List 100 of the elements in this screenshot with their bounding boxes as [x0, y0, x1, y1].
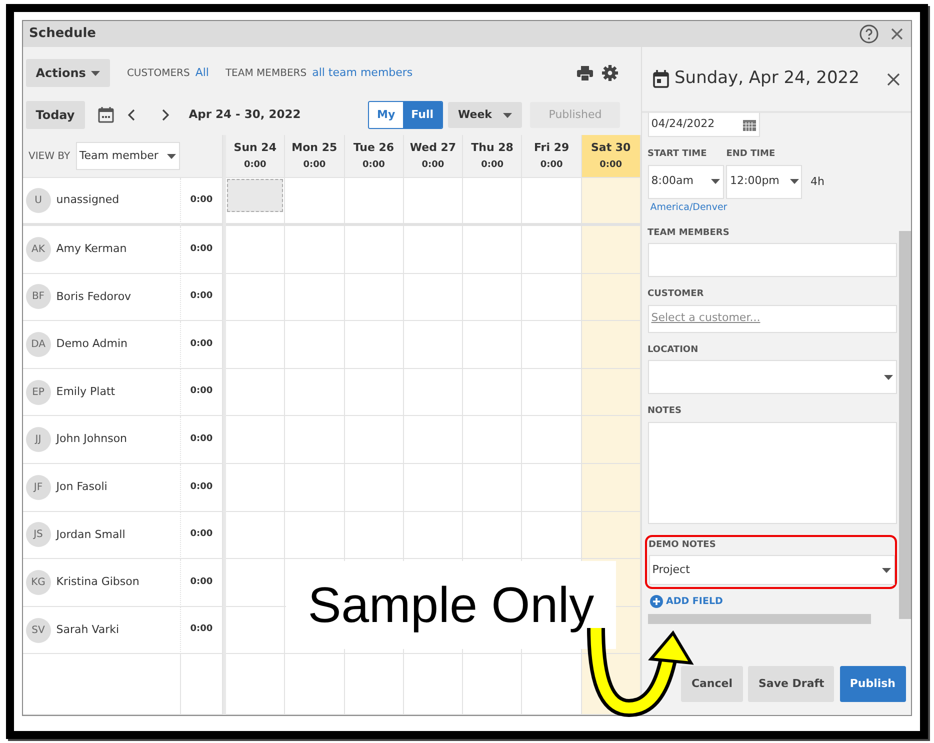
schedule-cell[interactable] [582, 464, 641, 512]
schedule-cell[interactable] [404, 368, 464, 416]
schedule-cell[interactable] [582, 226, 641, 274]
filter-link[interactable]: All [195, 64, 209, 82]
schedule-cell[interactable] [285, 654, 345, 715]
field-label: CUSTOMER [648, 288, 705, 301]
schedule-cell[interactable] [344, 321, 404, 369]
schedule-cell[interactable] [285, 178, 345, 226]
schedule-cell[interactable] [463, 654, 522, 715]
date-field[interactable]: 04/24/2022 [648, 113, 760, 137]
publish-button[interactable]: Publish [840, 666, 906, 702]
schedule-cell[interactable] [404, 654, 464, 715]
schedule-cell[interactable] [463, 226, 522, 274]
schedule-cell[interactable] [226, 321, 286, 369]
date-range: Apr 24 - 30, 2022 [188, 106, 301, 124]
schedule-cell[interactable] [285, 368, 345, 416]
scrollbar[interactable] [899, 231, 911, 619]
notes-field[interactable] [648, 422, 897, 524]
team-members-field[interactable] [648, 243, 897, 277]
schedule-cell[interactable] [344, 464, 404, 512]
timezone-link[interactable]: America/Denver [650, 201, 897, 216]
schedule-cell[interactable] [344, 178, 404, 226]
schedule-cell[interactable] [226, 464, 286, 512]
day-header: Fri 29 [534, 140, 570, 156]
schedule-cell[interactable] [285, 321, 345, 369]
select-field[interactable]: Project [648, 555, 895, 585]
view-toggle-button[interactable]: My [369, 102, 404, 128]
schedule-cell[interactable] [404, 178, 464, 226]
print-icon[interactable] [576, 66, 593, 80]
next-icon[interactable] [161, 109, 170, 121]
schedule-cell[interactable] [582, 416, 641, 464]
schedule-cell[interactable] [226, 274, 286, 322]
schedule-cell[interactable] [463, 321, 522, 369]
schedule-cell[interactable] [285, 512, 345, 560]
customer-field[interactable]: Select a customer... [648, 304, 897, 332]
day-total: 0:00 [540, 159, 563, 172]
schedule-cell[interactable] [404, 226, 464, 274]
schedule-cell[interactable] [285, 464, 345, 512]
save-draft-button[interactable]: Save Draft [748, 666, 834, 702]
view-toggle-button[interactable]: Full [403, 102, 442, 128]
schedule-cell[interactable] [344, 368, 404, 416]
schedule-cell[interactable] [404, 274, 464, 322]
schedule-cell[interactable] [582, 368, 641, 416]
schedule-cell[interactable] [344, 654, 404, 715]
today-button[interactable]: Today [26, 101, 85, 129]
schedule-cell[interactable] [285, 226, 345, 274]
schedule-cell[interactable] [344, 274, 404, 322]
scrollbar[interactable] [648, 614, 871, 624]
close-icon[interactable] [887, 72, 900, 86]
schedule-cell[interactable] [404, 321, 464, 369]
schedule-cell[interactable] [285, 274, 345, 322]
duration-text: 4h [810, 174, 824, 190]
schedule-cell[interactable] [226, 178, 286, 226]
schedule-cell[interactable] [285, 416, 345, 464]
selected-slot[interactable] [227, 179, 284, 212]
schedule-cell[interactable] [463, 512, 522, 560]
schedule-cell[interactable] [582, 321, 641, 369]
schedule-cell[interactable] [226, 559, 286, 607]
schedule-cell[interactable] [582, 274, 641, 322]
schedule-cell[interactable] [404, 464, 464, 512]
avatar: AK [26, 236, 51, 262]
day-total: 0:00 [244, 159, 266, 172]
week-dropdown[interactable]: Week [448, 102, 522, 128]
member-name: unassigned [56, 192, 120, 208]
time-select[interactable]: 12:00pm [726, 164, 802, 198]
avatar: JJ [26, 427, 51, 452]
schedule-cell[interactable] [582, 178, 641, 226]
schedule-cell[interactable] [226, 416, 286, 464]
select-field[interactable] [648, 360, 897, 394]
schedule-cell[interactable] [404, 512, 464, 560]
schedule-cell[interactable] [463, 178, 522, 226]
customer-link[interactable]: Select a customer... [651, 310, 760, 327]
close-icon[interactable] [891, 28, 903, 40]
schedule-cell[interactable] [463, 368, 522, 416]
schedule-cell[interactable] [463, 416, 522, 464]
filter-link[interactable]: all team members [312, 64, 413, 82]
day-header: Sun 24 [234, 140, 276, 156]
schedule-cell[interactable] [226, 606, 286, 654]
previous-icon[interactable] [128, 109, 136, 121]
schedule-cell[interactable] [226, 368, 286, 416]
time-select[interactable]: 8:00am [648, 164, 724, 198]
schedule-cell[interactable] [226, 226, 286, 274]
calendar-icon[interactable] [98, 107, 114, 123]
schedule-cell[interactable] [226, 654, 286, 715]
day-total: 0:00 [481, 159, 504, 172]
schedule-cell[interactable] [404, 416, 464, 464]
schedule-cell[interactable] [463, 464, 522, 512]
view-by-select[interactable]: Team member [76, 142, 180, 170]
actions-button[interactable]: Actions [26, 59, 110, 87]
cancel-button[interactable]: Cancel [680, 666, 743, 702]
schedule-cell[interactable] [582, 512, 641, 560]
schedule-cell[interactable] [226, 512, 286, 560]
schedule-cell[interactable] [463, 274, 522, 322]
schedule-cell[interactable] [344, 416, 404, 464]
add-field-link[interactable]: ADD FIELD [650, 594, 897, 609]
settings-icon[interactable] [602, 65, 618, 81]
schedule-cell[interactable] [344, 512, 404, 560]
schedule-cell[interactable] [344, 226, 404, 274]
view-by-label: VIEW BY [28, 150, 70, 164]
help-icon[interactable] [859, 24, 879, 44]
